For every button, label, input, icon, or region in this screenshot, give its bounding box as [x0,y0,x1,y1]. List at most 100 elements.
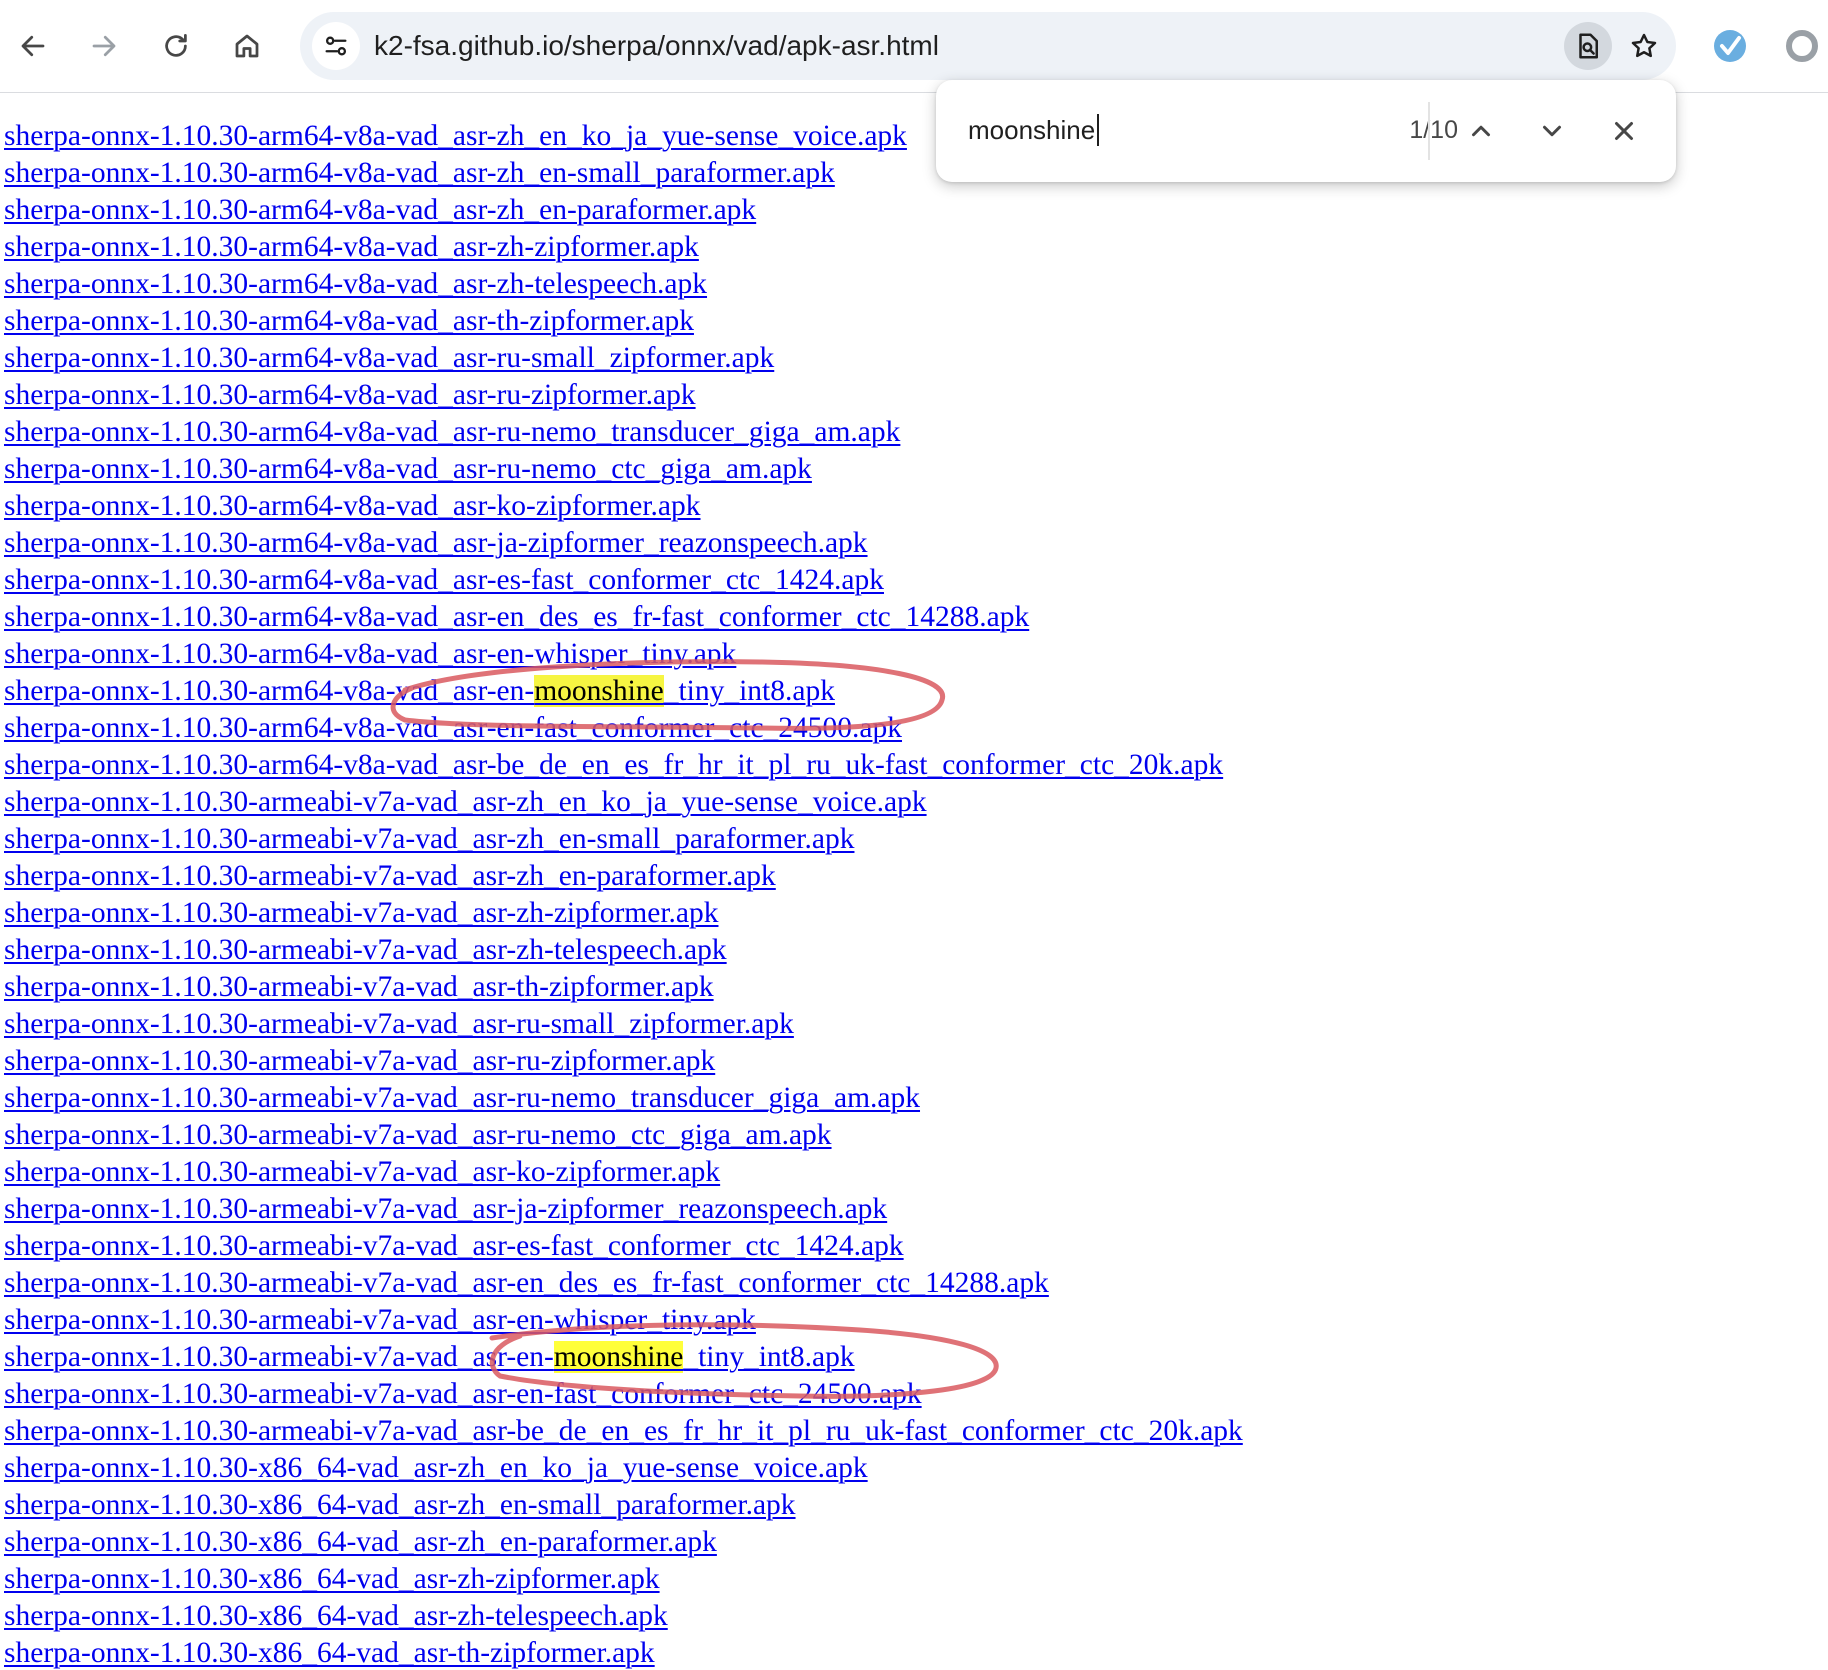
back-button[interactable] [5,18,61,74]
list-item: sherpa-onnx-1.10.30-x86_64-vad_asr-th-zi… [4,1635,1243,1670]
extension-circle-icon [1786,30,1818,62]
arrow-left-icon [21,35,45,57]
apk-download-link[interactable]: sherpa-onnx-1.10.30-arm64-v8a-vad_asr-zh… [4,157,835,189]
home-button[interactable] [219,18,275,74]
list-item: sherpa-onnx-1.10.30-arm64-v8a-vad_asr-es… [4,562,1243,599]
list-item: sherpa-onnx-1.10.30-arm64-v8a-vad_asr-en… [4,673,1243,710]
apk-download-link[interactable]: sherpa-onnx-1.10.30-arm64-v8a-vad_asr-ko… [4,490,701,522]
list-item: sherpa-onnx-1.10.30-armeabi-v7a-vad_asr-… [4,1413,1243,1450]
list-item: sherpa-onnx-1.10.30-arm64-v8a-vad_asr-ru… [4,414,1243,451]
list-item: sherpa-onnx-1.10.30-armeabi-v7a-vad_asr-… [4,1302,1243,1339]
list-item: sherpa-onnx-1.10.30-armeabi-v7a-vad_asr-… [4,784,1243,821]
extension-button[interactable] [1706,22,1754,70]
list-item: sherpa-onnx-1.10.30-armeabi-v7a-vad_asr-… [4,1339,1243,1376]
apk-download-link[interactable]: sherpa-onnx-1.10.30-armeabi-v7a-vad_asr-… [4,971,714,1003]
tune-icon [325,36,347,56]
site-info-button[interactable] [312,22,360,70]
apk-download-link[interactable]: sherpa-onnx-1.10.30-armeabi-v7a-vad_asr-… [4,1378,922,1410]
list-item: sherpa-onnx-1.10.30-arm64-v8a-vad_asr-ja… [4,525,1243,562]
apk-download-link[interactable]: sherpa-onnx-1.10.30-x86_64-vad_asr-th-zi… [4,1637,655,1669]
list-item: sherpa-onnx-1.10.30-armeabi-v7a-vad_asr-… [4,821,1243,858]
list-item: sherpa-onnx-1.10.30-x86_64-vad_asr-zh-te… [4,1598,1243,1635]
find-in-page-button[interactable] [1564,22,1612,70]
list-item: sherpa-onnx-1.10.30-arm64-v8a-vad_asr-zh… [4,266,1243,303]
list-item: sherpa-onnx-1.10.30-armeabi-v7a-vad_asr-… [4,1154,1243,1191]
apk-download-link[interactable]: sherpa-onnx-1.10.30-x86_64-vad_asr-zh_en… [4,1452,868,1484]
apk-download-link[interactable]: sherpa-onnx-1.10.30-arm64-v8a-vad_asr-en… [4,712,902,744]
list-item: sherpa-onnx-1.10.30-arm64-v8a-vad_asr-be… [4,747,1243,784]
apk-download-link[interactable]: sherpa-onnx-1.10.30-arm64-v8a-vad_asr-en… [4,601,1029,633]
apk-download-link[interactable]: sherpa-onnx-1.10.30-arm64-v8a-vad_asr-zh… [4,268,707,300]
apk-download-link[interactable]: sherpa-onnx-1.10.30-armeabi-v7a-vad_asr-… [4,1341,855,1373]
apk-download-link[interactable]: sherpa-onnx-1.10.30-x86_64-vad_asr-zh-zi… [4,1563,660,1595]
list-item: sherpa-onnx-1.10.30-armeabi-v7a-vad_asr-… [4,1006,1243,1043]
apk-download-link[interactable]: sherpa-onnx-1.10.30-arm64-v8a-vad_asr-zh… [4,120,907,152]
reload-button[interactable] [148,18,204,74]
apk-download-link[interactable]: sherpa-onnx-1.10.30-armeabi-v7a-vad_asr-… [4,1304,756,1336]
list-item: sherpa-onnx-1.10.30-armeabi-v7a-vad_asr-… [4,932,1243,969]
url-text[interactable]: k2-fsa.github.io/sherpa/onnx/vad/apk-asr… [374,12,939,80]
apk-download-link[interactable]: sherpa-onnx-1.10.30-armeabi-v7a-vad_asr-… [4,860,776,892]
reload-icon [165,34,187,57]
list-item: sherpa-onnx-1.10.30-arm64-v8a-vad_asr-en… [4,710,1243,747]
list-item: sherpa-onnx-1.10.30-armeabi-v7a-vad_asr-… [4,1265,1243,1302]
apk-download-link[interactable]: sherpa-onnx-1.10.30-x86_64-vad_asr-zh_en… [4,1489,796,1521]
apk-download-link[interactable]: sherpa-onnx-1.10.30-arm64-v8a-vad_asr-zh… [4,194,756,226]
apk-download-link[interactable]: sherpa-onnx-1.10.30-armeabi-v7a-vad_asr-… [4,1267,1049,1299]
apk-download-link[interactable]: sherpa-onnx-1.10.30-armeabi-v7a-vad_asr-… [4,1082,920,1114]
apk-download-link[interactable]: sherpa-onnx-1.10.30-armeabi-v7a-vad_asr-… [4,1230,904,1262]
find-bar: 1/10 [936,80,1676,182]
apk-download-link[interactable]: sherpa-onnx-1.10.30-armeabi-v7a-vad_asr-… [4,897,718,929]
apk-download-link[interactable]: sherpa-onnx-1.10.30-x86_64-vad_asr-zh-te… [4,1600,668,1632]
extension-check-icon [1714,30,1746,62]
bookmark-button[interactable] [1620,22,1668,70]
apk-download-link[interactable]: sherpa-onnx-1.10.30-armeabi-v7a-vad_asr-… [4,1156,720,1188]
apk-download-link[interactable]: sherpa-onnx-1.10.30-arm64-v8a-vad_asr-be… [4,749,1223,781]
apk-download-link[interactable]: sherpa-onnx-1.10.30-armeabi-v7a-vad_asr-… [4,934,727,966]
list-item: sherpa-onnx-1.10.30-arm64-v8a-vad_asr-th… [4,303,1243,340]
apk-download-link[interactable]: sherpa-onnx-1.10.30-arm64-v8a-vad_asr-ru… [4,379,696,411]
forward-button[interactable] [76,18,132,74]
apk-download-link[interactable]: sherpa-onnx-1.10.30-arm64-v8a-vad_asr-th… [4,305,694,337]
apk-download-link[interactable]: sherpa-onnx-1.10.30-x86_64-vad_asr-zh_en… [4,1526,717,1558]
list-item: sherpa-onnx-1.10.30-arm64-v8a-vad_asr-zh… [4,229,1243,266]
list-item: sherpa-onnx-1.10.30-armeabi-v7a-vad_asr-… [4,1080,1243,1117]
apk-download-link[interactable]: sherpa-onnx-1.10.30-armeabi-v7a-vad_asr-… [4,1193,887,1225]
apk-download-link[interactable]: sherpa-onnx-1.10.30-armeabi-v7a-vad_asr-… [4,1119,832,1151]
find-previous-button[interactable] [1456,106,1506,156]
search-match-highlight: moonshine [553,1341,684,1373]
arrow-right-icon [92,35,116,57]
find-close-button[interactable] [1599,106,1649,156]
apk-download-link[interactable]: sherpa-onnx-1.10.30-arm64-v8a-vad_asr-ja… [4,527,868,559]
list-item: sherpa-onnx-1.10.30-arm64-v8a-vad_asr-ru… [4,451,1243,488]
extension-button-2[interactable] [1778,22,1826,70]
apk-download-link[interactable]: sherpa-onnx-1.10.30-arm64-v8a-vad_asr-zh… [4,231,699,263]
apk-download-link[interactable]: sherpa-onnx-1.10.30-arm64-v8a-vad_asr-es… [4,564,884,596]
find-input[interactable] [968,108,1328,152]
list-item: sherpa-onnx-1.10.30-armeabi-v7a-vad_asr-… [4,1043,1243,1080]
apk-download-link[interactable]: sherpa-onnx-1.10.30-arm64-v8a-vad_asr-en… [4,638,736,670]
apk-download-link[interactable]: sherpa-onnx-1.10.30-armeabi-v7a-vad_asr-… [4,1415,1243,1447]
apk-download-link[interactable]: sherpa-onnx-1.10.30-armeabi-v7a-vad_asr-… [4,1008,794,1040]
list-item: sherpa-onnx-1.10.30-arm64-v8a-vad_asr-en… [4,599,1243,636]
find-in-page-icon [1579,33,1598,59]
home-icon [235,34,259,58]
find-next-button[interactable] [1527,106,1577,156]
apk-download-link[interactable]: sherpa-onnx-1.10.30-arm64-v8a-vad_asr-ru… [4,416,900,448]
text-caret [1097,114,1100,146]
list-item: sherpa-onnx-1.10.30-arm64-v8a-vad_asr-en… [4,636,1243,673]
list-item: sherpa-onnx-1.10.30-arm64-v8a-vad_asr-zh… [4,192,1243,229]
link-text: sherpa-onnx-1.10.30-arm64-v8a-vad_asr-en… [4,675,535,707]
list-item: sherpa-onnx-1.10.30-armeabi-v7a-vad_asr-… [4,1191,1243,1228]
apk-download-link[interactable]: sherpa-onnx-1.10.30-arm64-v8a-vad_asr-ru… [4,453,812,485]
list-item: sherpa-onnx-1.10.30-arm64-v8a-vad_asr-ko… [4,488,1243,525]
apk-download-link[interactable]: sherpa-onnx-1.10.30-arm64-v8a-vad_asr-ru… [4,342,774,374]
list-item: sherpa-onnx-1.10.30-x86_64-vad_asr-zh_en… [4,1450,1243,1487]
apk-download-link[interactable]: sherpa-onnx-1.10.30-armeabi-v7a-vad_asr-… [4,786,927,818]
star-icon [1631,33,1657,58]
apk-download-link[interactable]: sherpa-onnx-1.10.30-armeabi-v7a-vad_asr-… [4,823,854,855]
address-bar[interactable]: k2-fsa.github.io/sherpa/onnx/vad/apk-asr… [300,12,1676,80]
list-item: sherpa-onnx-1.10.30-armeabi-v7a-vad_asr-… [4,1376,1243,1413]
apk-download-link[interactable]: sherpa-onnx-1.10.30-arm64-v8a-vad_asr-en… [4,675,835,707]
apk-download-link[interactable]: sherpa-onnx-1.10.30-armeabi-v7a-vad_asr-… [4,1045,715,1077]
